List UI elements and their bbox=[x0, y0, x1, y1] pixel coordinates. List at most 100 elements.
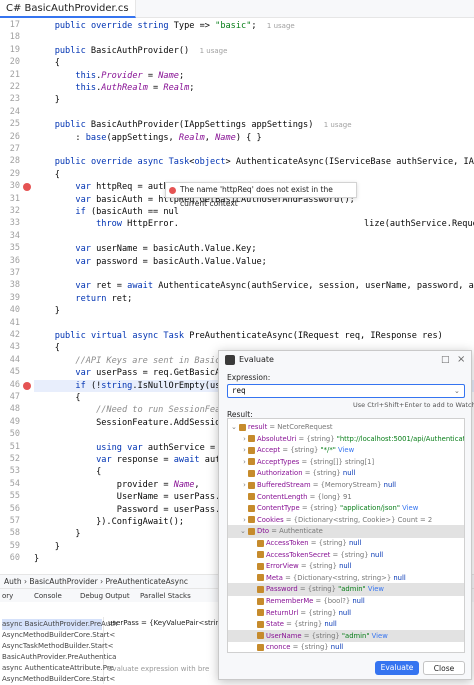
line-number: 31 bbox=[9, 193, 20, 204]
code-line: var ret = await AuthenticateAsync(authSe… bbox=[75, 281, 474, 292]
line-number: 50 bbox=[9, 429, 20, 440]
line-number: 17 bbox=[9, 20, 20, 30]
line-number-gutter: 17 18 19 20 21 22 23 24 25 26 27 28 29 30 31 32 33 34 35 36… bbox=[0, 18, 34, 574]
code-line: public override async Task<object> Authe… bbox=[54, 157, 474, 168]
expression-input[interactable]: req ⌄ bbox=[227, 384, 465, 398]
code-line: { bbox=[34, 393, 81, 403]
line-number: 27 bbox=[9, 144, 20, 154]
line-number: 51 bbox=[9, 441, 20, 452]
line-number: 33 bbox=[9, 218, 20, 229]
code-line: var userName = basicAuth.Value.Key; bbox=[75, 244, 257, 255]
code-line: if (basicAuth == nul bbox=[75, 207, 179, 217]
stack-frame[interactable]: async BasicAuthProvider.PreAuth bbox=[2, 619, 117, 630]
line-number: 26 bbox=[9, 131, 20, 142]
code-line: { bbox=[34, 343, 60, 354]
evaluate-expression-input[interactable]: Evaluate expression with bre bbox=[108, 665, 209, 673]
frames-list: async BasicAuthProvider.PreAuth AsyncMeth… bbox=[0, 617, 117, 684]
stack-frame[interactable]: AsyncTaskMethodBuilder.Start< bbox=[2, 641, 114, 652]
line-number: 53 bbox=[9, 466, 20, 477]
tab-memory[interactable]: ory bbox=[2, 589, 13, 603]
line-number: 29 bbox=[9, 168, 20, 179]
result-row[interactable]: cnonce = {string} null bbox=[228, 641, 464, 652]
error-icon bbox=[169, 187, 176, 194]
maximize-icon[interactable]: □ bbox=[441, 351, 453, 369]
code-line: { bbox=[34, 169, 60, 180]
error-tooltip: The name 'httpReq' does not exist in the… bbox=[165, 182, 357, 208]
close-icon[interactable]: × bbox=[457, 351, 469, 369]
stack-frame[interactable]: async AuthenticateAttribute.Pre bbox=[2, 663, 114, 674]
line-number: 30 bbox=[9, 181, 20, 192]
line-number: 45 bbox=[9, 367, 20, 378]
line-number: 40 bbox=[9, 305, 20, 316]
evaluate-dialog: Evaluate □ × Expression: req ⌄ Use Ctrl+… bbox=[218, 350, 474, 680]
code-line: this.Provider = Name; bbox=[75, 70, 185, 81]
code-line: var password = basicAuth.Value.Value; bbox=[75, 256, 267, 267]
code-line: public override string Type => "basic"; … bbox=[54, 21, 295, 31]
evaluate-icon bbox=[225, 355, 235, 365]
line-number: 35 bbox=[9, 243, 20, 254]
code-fragment: lize(authService.Request) bbox=[364, 219, 474, 230]
variable-row[interactable]: userPass = {KeyValuePair<string bbox=[108, 619, 224, 627]
line-number: 55 bbox=[9, 491, 20, 502]
line-number: 46 bbox=[9, 379, 20, 390]
code-line: } bbox=[34, 541, 60, 552]
line-number: 28 bbox=[9, 156, 20, 167]
line-number: 49 bbox=[9, 416, 20, 427]
code-line: }).ConfigAwait(); bbox=[34, 517, 185, 527]
tab-parallel-stacks[interactable]: Parallel Stacks bbox=[140, 589, 191, 603]
line-number: 32 bbox=[9, 206, 20, 216]
code-line: { bbox=[34, 467, 102, 478]
line-number: 56 bbox=[9, 503, 20, 514]
breadcrumb-item-auth[interactable]: Auth bbox=[4, 577, 22, 586]
code-line: } bbox=[34, 306, 60, 317]
tab-basic-auth-provider[interactable]: C# BasicAuthProvider.cs bbox=[0, 0, 136, 18]
line-number: 34 bbox=[9, 230, 20, 241]
result-tree: ⌄ result = NetCoreRequest › AbsoluteUri =… bbox=[227, 418, 465, 653]
breadcrumb-item-class[interactable]: BasicAuthProvider bbox=[29, 577, 97, 586]
line-number: 25 bbox=[9, 119, 20, 130]
line-number: 19 bbox=[9, 44, 20, 55]
stack-frame[interactable]: AsyncMethodBuilderCore.Start< bbox=[2, 674, 115, 685]
line-number: 23 bbox=[9, 94, 20, 105]
code-line: throw HttpError. bbox=[96, 219, 179, 230]
line-number: 24 bbox=[9, 106, 20, 117]
line-number: 60 bbox=[9, 553, 20, 564]
line-number: 18 bbox=[9, 32, 20, 43]
editor-tab-bar: C# BasicAuthProvider.cs bbox=[0, 0, 474, 18]
line-number: 43 bbox=[9, 342, 20, 353]
breakpoint-icon[interactable] bbox=[23, 183, 31, 192]
chevron-down-icon[interactable]: ⌄ bbox=[454, 387, 460, 395]
line-number: 47 bbox=[9, 392, 20, 402]
evaluate-button[interactable]: Evaluate bbox=[375, 661, 419, 675]
stack-frame[interactable]: BasicAuthProvider.PreAuthentica bbox=[2, 652, 116, 663]
code-line: public BasicAuthProvider() 1 usage bbox=[54, 45, 228, 56]
code-line: { bbox=[34, 58, 60, 69]
line-number: 44 bbox=[9, 354, 20, 365]
line-number: 37 bbox=[9, 268, 20, 278]
expression-input-value: req bbox=[232, 386, 246, 395]
code-line: this.AuthRealm = Realm; bbox=[75, 83, 195, 93]
expression-label: Expression: bbox=[227, 373, 271, 382]
line-number: 58 bbox=[9, 528, 20, 539]
stack-frame[interactable]: AsyncMethodBuilderCore.Start< bbox=[2, 630, 115, 641]
line-number: 41 bbox=[9, 317, 20, 328]
code-line: return ret; bbox=[75, 293, 133, 304]
code-line: public virtual async Task PreAuthenticat… bbox=[54, 331, 443, 341]
breadcrumb-item-method[interactable]: PreAuthenticateAsync bbox=[105, 577, 188, 586]
line-number: 38 bbox=[9, 280, 20, 291]
tab-console[interactable]: Console bbox=[34, 589, 62, 603]
line-number: 22 bbox=[9, 82, 20, 92]
dialog-title: Evaluate bbox=[219, 351, 473, 369]
code-line: } bbox=[34, 95, 60, 106]
line-number: 52 bbox=[9, 454, 20, 464]
dialog-title-text: Evaluate bbox=[239, 355, 274, 364]
tab-debug-output[interactable]: Debug Output bbox=[80, 589, 130, 603]
line-number: 59 bbox=[9, 540, 20, 551]
line-number: 36 bbox=[9, 255, 20, 266]
breakpoint-icon[interactable] bbox=[23, 381, 31, 390]
code-line: } bbox=[34, 529, 81, 540]
close-button[interactable]: Close bbox=[423, 661, 465, 675]
line-number: 54 bbox=[9, 478, 20, 489]
code-line: public BasicAuthProvider(IAppSettings ap… bbox=[54, 120, 352, 131]
code-line: : base(appSettings, Realm, Name) { } bbox=[34, 132, 262, 143]
